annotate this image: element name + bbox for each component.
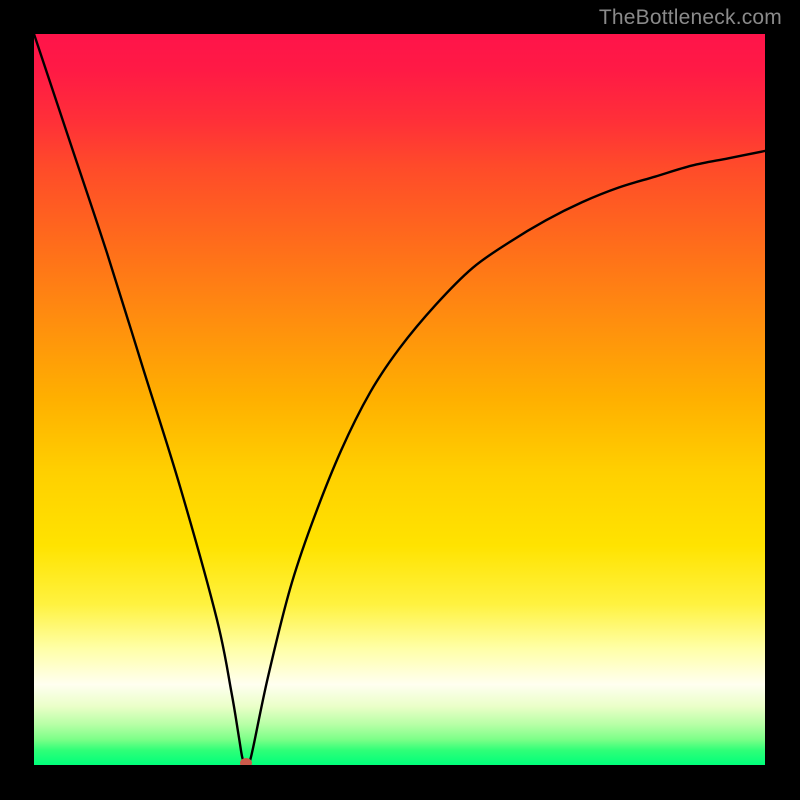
gradient-background xyxy=(34,34,765,765)
watermark-text: TheBottleneck.com xyxy=(599,6,782,30)
chart-frame: TheBottleneck.com xyxy=(0,0,800,800)
plot-area xyxy=(34,34,765,765)
